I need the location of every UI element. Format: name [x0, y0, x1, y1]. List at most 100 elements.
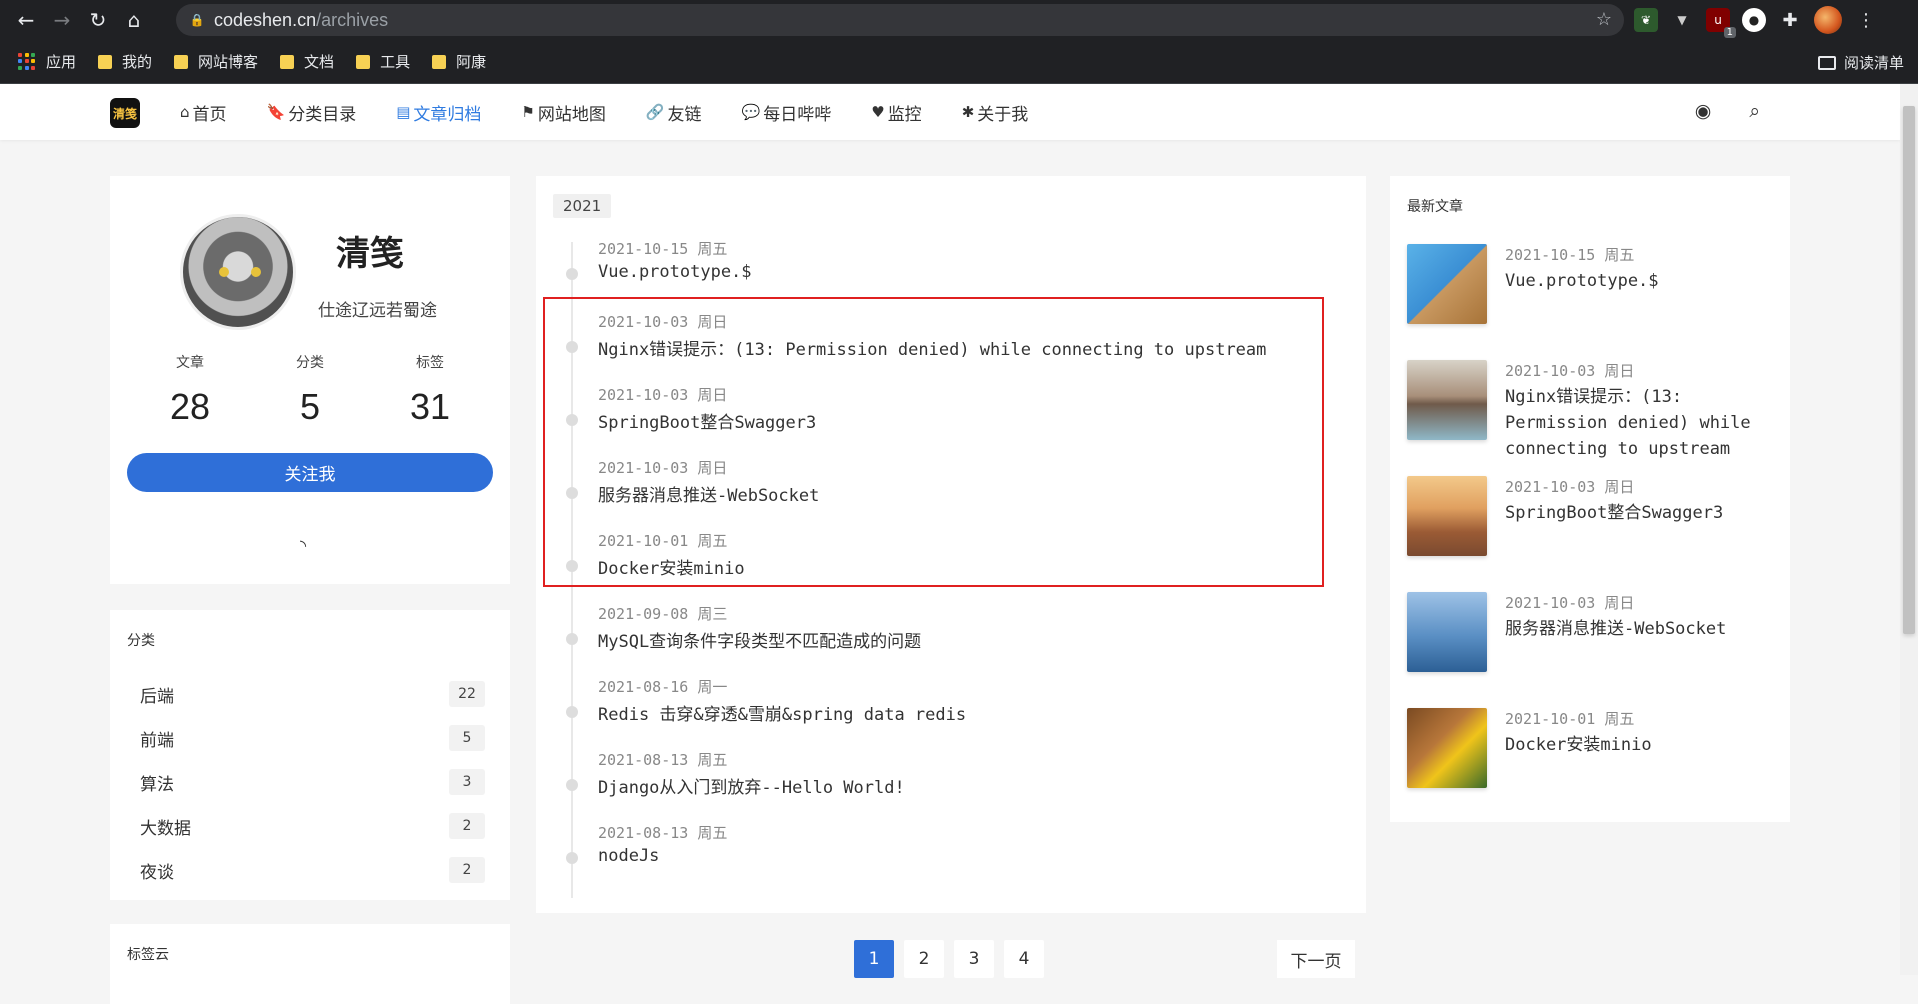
highlight-annotation-box	[543, 297, 1324, 587]
archive-date: 2021-08-16 周一	[598, 678, 728, 696]
home-icon[interactable]: ⌂	[116, 2, 152, 38]
reload-icon[interactable]: ↻	[80, 2, 116, 38]
post-thumbnail[interactable]	[1407, 708, 1487, 788]
bookmark-icon: 🔖	[266, 103, 286, 121]
next-page-button[interactable]: 下一页	[1277, 940, 1355, 978]
stat-value: 28	[169, 386, 211, 427]
folder-icon	[174, 54, 189, 69]
bookmark-label: 应用	[46, 53, 77, 71]
menu-label: 关于我	[977, 104, 1029, 125]
latest-title[interactable]: Nginx错误提示：(13: Permission denied) while …	[1505, 384, 1775, 462]
archive-title[interactable]: Redis 击穿&穿透&雪崩&spring data redis	[598, 700, 966, 725]
category-list: 后端 22 前端 5 算法 3 大数据 2 夜谈 2	[140, 672, 485, 892]
category-item[interactable]: 夜谈 2	[140, 848, 485, 892]
site-logo[interactable]: 清笺	[110, 98, 140, 128]
back-icon[interactable]: ←	[8, 2, 44, 38]
category-count: 2	[449, 813, 485, 839]
reading-list-button[interactable]: 阅读清单	[1817, 52, 1904, 73]
bookmark-folder[interactable]: 阿康	[432, 51, 486, 72]
menu-about[interactable]: ✱ 关于我	[962, 100, 1029, 125]
post-thumbnail[interactable]	[1407, 244, 1487, 324]
profile-avatar[interactable]	[1814, 6, 1842, 34]
address-bar[interactable]: 🔒 codeshen.cn/archives ☆	[176, 4, 1624, 36]
card-title: 标签云	[127, 947, 169, 963]
bookmark-label: 我的	[122, 53, 153, 71]
category-name: 大数据	[140, 818, 191, 839]
category-count: 22	[449, 681, 485, 707]
apps-grid-icon	[18, 52, 36, 71]
search-icon[interactable]: ⌕	[1749, 100, 1760, 122]
category-item[interactable]: 算法 3	[140, 760, 485, 804]
link-icon: 🔗	[645, 103, 665, 121]
category-count: 3	[449, 769, 485, 795]
page-button[interactable]: 2	[904, 940, 944, 978]
stat-value: 5	[299, 386, 321, 427]
menu-kebab-icon[interactable]: ⋮	[1854, 8, 1878, 32]
latest-title[interactable]: 服务器消息推送-WebSocket	[1505, 616, 1775, 642]
bookmark-folder[interactable]: 网站博客	[174, 51, 258, 72]
bookmark-folder[interactable]: 我的	[98, 51, 152, 72]
folder-icon	[356, 54, 371, 69]
category-name: 算法	[140, 774, 174, 795]
stat-categories[interactable]: 分类 5	[260, 352, 360, 428]
extension-vue-icon[interactable]: ▼	[1670, 8, 1694, 32]
category-item[interactable]: 大数据 2	[140, 804, 485, 848]
category-item[interactable]: 前端 5	[140, 716, 485, 760]
bookmark-folder[interactable]: 文档	[280, 51, 334, 72]
rss-icon[interactable]: ◝	[300, 536, 306, 555]
timeline-dot	[566, 706, 578, 718]
archive-title[interactable]: Vue.prototype.$	[598, 262, 752, 282]
page-scrollbar[interactable]	[1900, 84, 1918, 975]
menu-daily[interactable]: 💬 每日哔哔	[742, 100, 832, 125]
archive-title[interactable]: nodeJs	[598, 846, 659, 866]
bookmark-folder[interactable]: 工具	[356, 51, 410, 72]
menu-monitor[interactable]: ♥ 监控	[871, 100, 921, 125]
menu-label: 分类目录	[288, 104, 357, 125]
latest-title[interactable]: SpringBoot整合Swagger3	[1505, 500, 1775, 526]
archive-title[interactable]: MySQL查询条件字段类型不匹配造成的问题	[598, 627, 921, 652]
latest-date: 2021-10-03 周日	[1505, 594, 1635, 612]
latest-title[interactable]: Vue.prototype.$	[1505, 268, 1775, 294]
bookmark-apps[interactable]: 应用	[18, 51, 76, 72]
card-title: 分类	[127, 633, 155, 649]
latest-date: 2021-10-01 周五	[1505, 710, 1635, 728]
menu-home[interactable]: ⌂ 首页	[180, 100, 227, 125]
home-icon: ⌂	[180, 103, 190, 121]
folder-icon	[280, 54, 295, 69]
post-thumbnail[interactable]	[1407, 360, 1487, 440]
profile-stats: 文章 28 分类 5 标签 31	[110, 352, 510, 428]
archive-icon: ▤	[396, 103, 411, 121]
extension-circle-icon[interactable]: ●	[1742, 8, 1766, 32]
latest-date: 2021-10-03 周日	[1505, 362, 1635, 380]
menu-label: 网站地图	[537, 104, 606, 125]
page-button[interactable]: 1	[854, 940, 894, 978]
archive-date: 2021-09-08 周三	[598, 605, 728, 623]
archive-title[interactable]: Django从入门到放弃--Hello World!	[598, 773, 905, 798]
bookmark-label: 文档	[304, 53, 335, 71]
category-item[interactable]: 后端 22	[140, 672, 485, 716]
stat-articles[interactable]: 文章 28	[140, 352, 240, 428]
comments-icon: 💬	[741, 103, 761, 121]
heartbeat-icon: ♥	[871, 103, 885, 121]
menu-categories[interactable]: 🔖 分类目录	[267, 100, 357, 125]
post-thumbnail[interactable]	[1407, 476, 1487, 556]
menu-links[interactable]: 🔗 友链	[646, 100, 702, 125]
extension-ublock-icon[interactable]: u1	[1706, 8, 1736, 38]
page-button[interactable]: 4	[1004, 940, 1044, 978]
follow-button[interactable]: 关注我	[127, 453, 493, 492]
page-button[interactable]: 3	[954, 940, 994, 978]
reading-list-icon	[1817, 55, 1836, 70]
extension-leaf-icon[interactable]: ❦	[1634, 8, 1658, 32]
post-thumbnail[interactable]	[1407, 592, 1487, 672]
forward-icon[interactable]: →	[44, 2, 80, 38]
menu-archives[interactable]: ▤ 文章归档	[396, 100, 481, 125]
menu-sitemap[interactable]: ⚑ 网站地图	[521, 100, 605, 125]
github-icon[interactable]: ◉	[1695, 100, 1712, 122]
category-count: 5	[449, 725, 485, 751]
latest-title[interactable]: Docker安装minio	[1505, 732, 1775, 758]
bookmark-star-icon[interactable]: ☆	[1596, 9, 1612, 30]
extensions-puzzle-icon[interactable]: ✚	[1778, 8, 1802, 32]
stat-tags[interactable]: 标签 31	[380, 352, 480, 428]
scrollbar-thumb[interactable]	[1903, 106, 1915, 634]
lock-icon[interactable]: 🔒	[190, 13, 205, 27]
